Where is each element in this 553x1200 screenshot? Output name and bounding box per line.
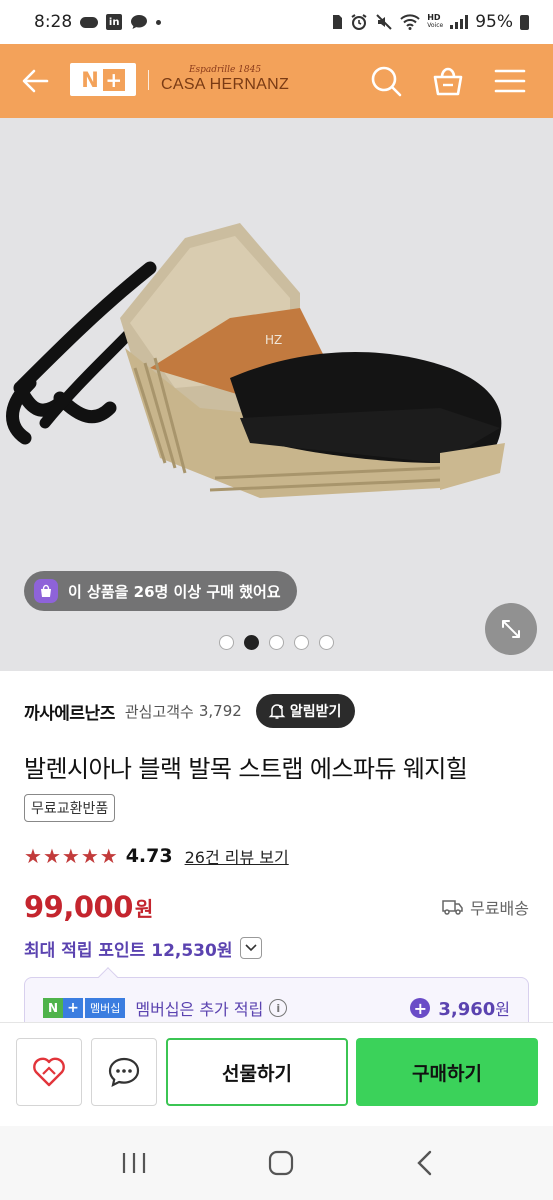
carousel-dot[interactable]: [269, 635, 284, 650]
bottom-action-bar: 선물하기 구매하기: [0, 1022, 553, 1126]
product-image-carousel[interactable]: HZ 이 상품을 26명 이상 구매 했어요: [0, 118, 553, 671]
seller-name[interactable]: 까사에르난즈: [24, 699, 115, 724]
cloud-icon: [80, 16, 99, 28]
review-link[interactable]: 26건 리뷰 보기: [185, 844, 289, 868]
back-nav-icon[interactable]: [415, 1150, 433, 1176]
carousel-indicators: [0, 635, 553, 650]
interest-count: 3,792: [198, 702, 242, 720]
price-unit: 원: [134, 896, 154, 921]
wifi-icon: [400, 14, 420, 30]
npay-label: 멤버십: [85, 998, 126, 1018]
star-icon: ★: [80, 844, 99, 868]
mute-icon: [376, 14, 392, 30]
membership-points: + 3,960원: [410, 996, 510, 1020]
store-logo[interactable]: N + Espadrille 1845 CASA HERNANZ: [70, 63, 289, 96]
membership-points-unit: 원: [495, 1000, 510, 1019]
chat-icon: [108, 1057, 140, 1088]
bell-plus-icon: [268, 704, 286, 719]
notification-dot-icon: [156, 19, 162, 25]
gift-button[interactable]: 선물하기: [166, 1038, 348, 1106]
info-icon[interactable]: i: [269, 999, 288, 1017]
membership-text: 멤버십은 추가 적립: [135, 1000, 264, 1019]
alarm-icon: [351, 14, 367, 30]
home-icon[interactable]: [268, 1150, 294, 1176]
brand-name: CASA HERNANZ: [161, 76, 290, 93]
max-points-text: 최대 적립 포인트 12,530원: [24, 940, 233, 961]
status-bar: 8:28 in HD Voice 95%: [0, 0, 553, 44]
back-arrow-icon[interactable]: [20, 66, 50, 96]
menu-icon[interactable]: [493, 64, 527, 98]
talk-talk-button[interactable]: [91, 1038, 157, 1106]
free-return-tag: 무료교환반품: [24, 794, 116, 822]
brand-logo: Espadrille 1845 CASA HERNANZ: [161, 65, 289, 94]
product-title: 발렌시아나 블랙 발목 스트랩 에스파듀 웨지힐: [24, 755, 468, 783]
linkedin-icon: in: [106, 14, 123, 30]
alarm-button-label: 알림받기: [289, 704, 342, 720]
hd-voice-icon: HD Voice: [427, 13, 444, 30]
star-icon: ★: [61, 844, 80, 868]
purchase-notice-text: 이 상품을 26명 이상 구매 했어요: [68, 582, 281, 601]
bag-badge-icon: [34, 579, 58, 603]
heart-icon: [33, 1057, 65, 1087]
price-value: 99,000: [24, 890, 133, 924]
chevron-down-icon: [245, 944, 258, 952]
carousel-dot[interactable]: [319, 635, 334, 650]
points-row[interactable]: 최대 적립 포인트 12,530원: [24, 934, 263, 962]
price-row: 99,000 원 무료배송: [24, 888, 529, 926]
battery-icon: [520, 14, 529, 30]
signal-icon: [450, 15, 469, 29]
star-icon: ★: [24, 844, 42, 868]
shipping-info: 무료배송: [442, 895, 529, 919]
truck-icon: [442, 900, 463, 915]
shopping-bag-icon[interactable]: [431, 64, 465, 98]
search-icon[interactable]: [369, 64, 403, 98]
npay-membership-badge: N + 멤버십: [43, 998, 126, 1018]
brand-script: Espadrille 1845: [188, 65, 262, 75]
recent-apps-icon[interactable]: [120, 1151, 148, 1175]
carousel-dot[interactable]: [219, 635, 234, 650]
buy-button[interactable]: 구매하기: [356, 1038, 538, 1106]
membership-box-caret: [98, 967, 118, 987]
carousel-dot[interactable]: [294, 635, 309, 650]
app-header: N + Espadrille 1845 CASA HERNANZ: [0, 44, 553, 118]
membership-points-value: 3,960: [438, 999, 496, 1020]
star-icon: ★: [99, 844, 118, 868]
seller-row: 까사에르난즈 관심고객수 3,792 알림받기: [24, 693, 529, 729]
interest-label: 관심고객수: [124, 702, 194, 721]
npay-plus: +: [63, 998, 83, 1018]
rating-row: ★ ★ ★ ★ ★ 4.73 26건 리뷰 보기: [24, 842, 289, 870]
purchase-count-badge: 이 상품을 26명 이상 구매 했어요: [24, 571, 297, 611]
logo-divider: [148, 69, 149, 90]
nplus-logo: N +: [70, 63, 136, 96]
logo-plus: +: [102, 68, 125, 92]
membership-row: N + 멤버십 멤버십은 추가 적립 i + 3,960원: [43, 996, 510, 1020]
shipping-text: 무료배송: [470, 899, 529, 918]
plus-circle-icon: +: [410, 998, 431, 1018]
logo-n: N: [81, 67, 99, 92]
npay-n: N: [43, 998, 63, 1018]
rating-value: 4.73: [125, 845, 173, 867]
carousel-dot-active[interactable]: [244, 635, 259, 650]
points-expand-button[interactable]: [240, 937, 263, 959]
battery-percent: 95%: [475, 12, 513, 32]
chat-bubble-icon: [131, 15, 148, 29]
svg-text:HZ: HZ: [265, 333, 282, 347]
star-icon: ★: [42, 844, 61, 868]
system-nav-bar: [0, 1126, 553, 1200]
wishlist-button[interactable]: [16, 1038, 82, 1106]
alarm-subscribe-button[interactable]: 알림받기: [255, 694, 356, 728]
star-rating: ★ ★ ★ ★ ★: [24, 846, 118, 866]
status-time: 8:28: [34, 12, 73, 32]
sim-icon: [333, 15, 343, 29]
